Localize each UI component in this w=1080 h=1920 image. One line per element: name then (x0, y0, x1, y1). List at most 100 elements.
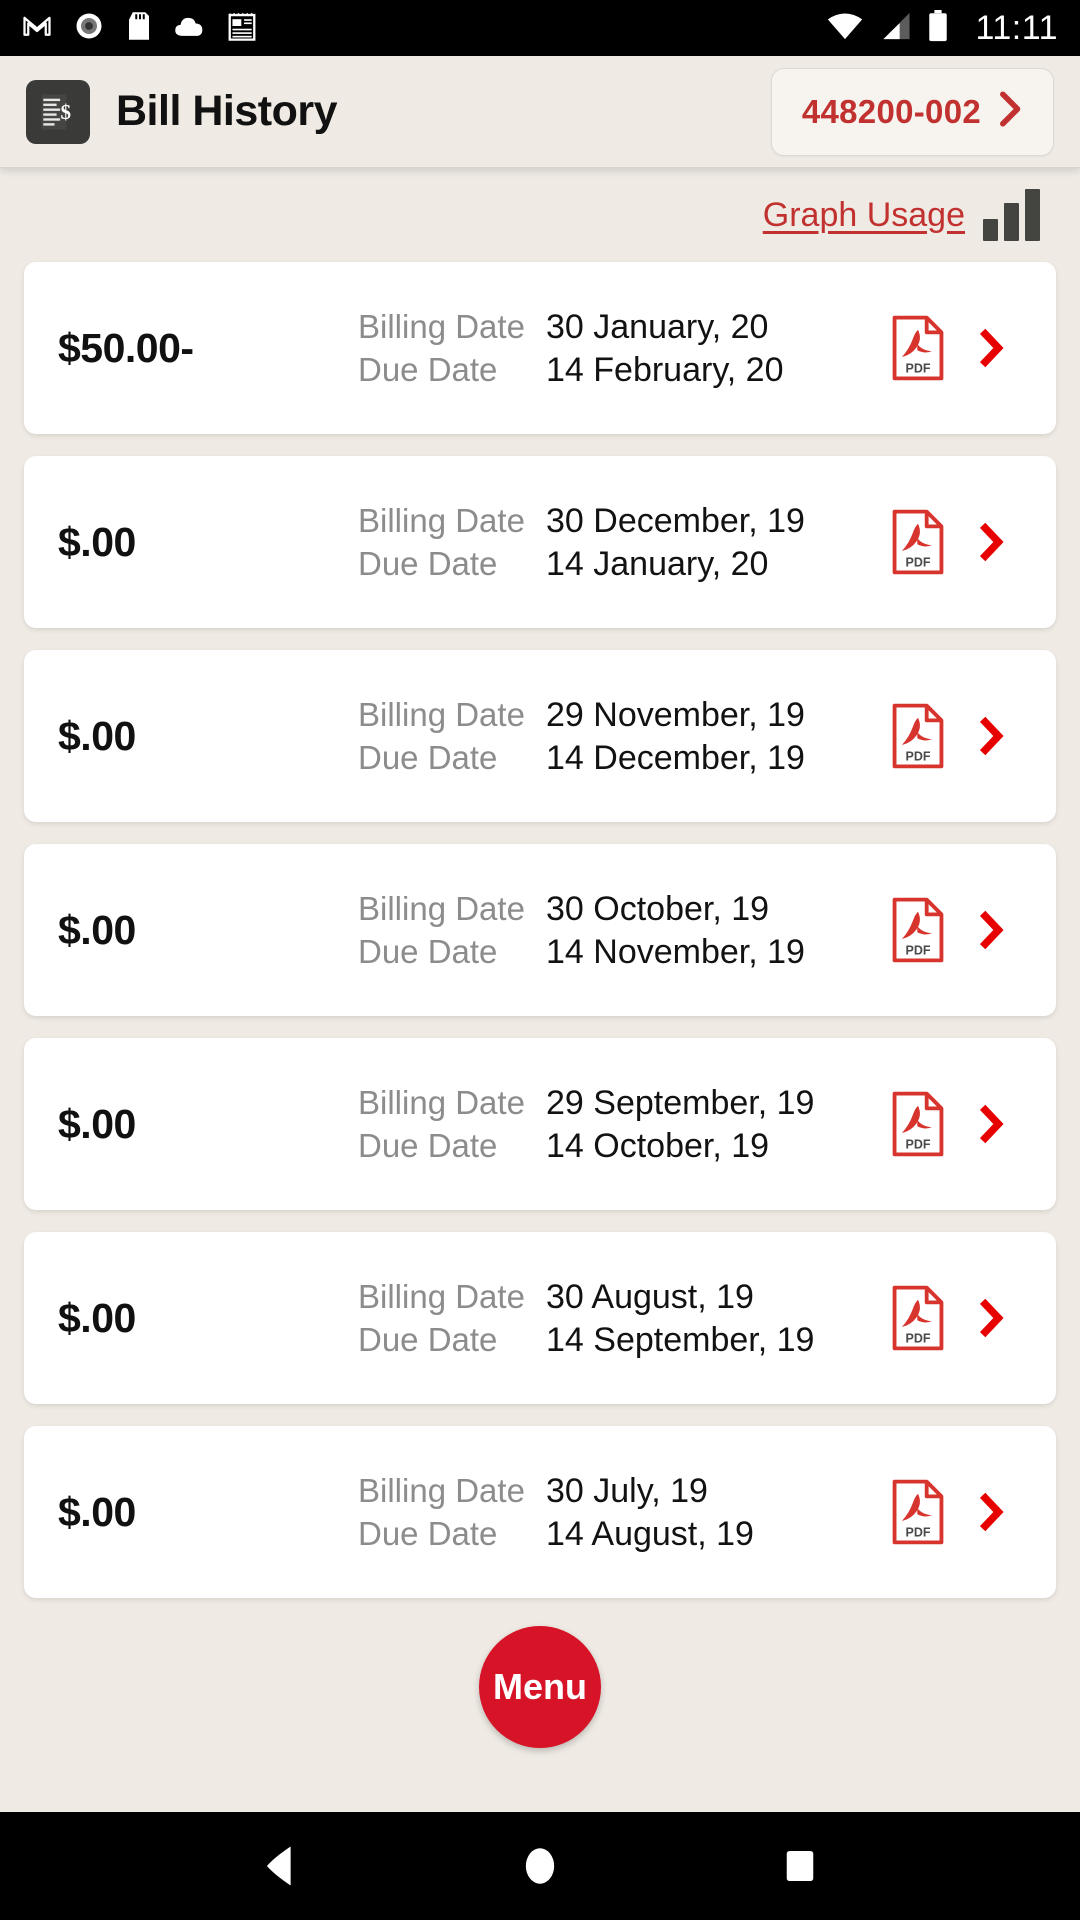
billing-date-line: Billing Date 29 November, 19 (358, 696, 882, 735)
bar-chart-icon[interactable] (983, 189, 1040, 241)
billing-date-label: Billing Date (358, 1084, 525, 1121)
bill-list: $50.00- Billing Date 30 January, 20 Due … (24, 262, 1056, 1598)
svg-text:PDF: PDF (906, 749, 931, 763)
row-chevron-icon[interactable] (954, 521, 1028, 563)
billing-date-line: Billing Date 30 December, 19 (358, 502, 882, 541)
due-date-line: Due Date 14 November, 19 (358, 933, 882, 972)
billing-date-value: 30 January, 20 (546, 308, 769, 346)
svg-text:PDF: PDF (906, 555, 931, 569)
due-date-line: Due Date 14 September, 19 (358, 1321, 882, 1360)
table-row[interactable]: $.00 Billing Date 29 September, 19 Due D… (24, 1038, 1056, 1210)
bill-amount: $.00 (58, 1294, 136, 1341)
billing-date-value: 30 August, 19 (546, 1278, 754, 1316)
billing-date-value: 30 July, 19 (546, 1472, 708, 1510)
phone-screen: 11:11 $ Bill History 448200-002 Graph Us… (0, 0, 1080, 1920)
chevron-right-icon (999, 91, 1023, 132)
status-bar-clock: 11:11 (975, 8, 1058, 47)
billing-date-value: 29 September, 19 (546, 1084, 815, 1122)
status-bar-left-icons (22, 11, 256, 46)
due-date-value: 14 February, 20 (546, 351, 784, 389)
billing-date-label: Billing Date (358, 890, 525, 927)
due-date-line: Due Date 14 August, 19 (358, 1515, 882, 1554)
pdf-download-button[interactable]: PDF (882, 1091, 954, 1157)
table-row[interactable]: $50.00- Billing Date 30 January, 20 Due … (24, 262, 1056, 434)
page-title: Bill History (116, 87, 338, 135)
bill-amount: $.00 (58, 1488, 136, 1535)
svg-text:$: $ (60, 100, 70, 124)
app-bar-title-group: $ Bill History (26, 79, 338, 144)
record-icon (74, 11, 104, 46)
row-chevron-icon[interactable] (954, 1297, 1028, 1339)
svg-text:PDF: PDF (906, 943, 931, 957)
due-date-label: Due Date (358, 1321, 498, 1358)
bill-amount: $.00 (58, 712, 136, 759)
android-nav-bar (0, 1812, 1080, 1920)
table-row[interactable]: $.00 Billing Date 30 August, 19 Due Date… (24, 1232, 1056, 1404)
svg-text:PDF: PDF (906, 1331, 931, 1345)
bill-amount: $.00 (58, 518, 136, 565)
billing-date-label: Billing Date (358, 502, 525, 539)
billing-date-line: Billing Date 30 January, 20 (358, 308, 882, 347)
graph-usage-link[interactable]: Graph Usage (763, 196, 965, 235)
billing-date-value: 30 December, 19 (546, 502, 805, 540)
svg-text:PDF: PDF (906, 1525, 931, 1539)
status-bar-right-icons: 11:11 (827, 9, 1058, 48)
billing-date-line: Billing Date 29 September, 19 (358, 1084, 882, 1123)
bill-amount: $.00 (58, 906, 136, 953)
cloud-icon (174, 11, 206, 46)
account-selector-button[interactable]: 448200-002 (770, 67, 1054, 156)
table-row[interactable]: $.00 Billing Date 30 December, 19 Due Da… (24, 456, 1056, 628)
due-date-label: Due Date (358, 933, 498, 970)
due-date-label: Due Date (358, 351, 498, 388)
pdf-download-button[interactable]: PDF (882, 897, 954, 963)
pdf-download-button[interactable]: PDF (882, 315, 954, 381)
due-date-line: Due Date 14 December, 19 (358, 739, 882, 778)
table-row[interactable]: $.00 Billing Date 30 July, 19 Due Date 1… (24, 1426, 1056, 1598)
billing-date-label: Billing Date (358, 308, 525, 345)
nav-recents-button[interactable] (740, 1812, 860, 1920)
menu-fab-button[interactable]: Menu (479, 1626, 601, 1748)
row-chevron-icon[interactable] (954, 715, 1028, 757)
row-chevron-icon[interactable] (954, 1491, 1028, 1533)
due-date-value: 14 December, 19 (546, 739, 805, 777)
due-date-line: Due Date 14 January, 20 (358, 545, 882, 584)
billing-date-line: Billing Date 30 August, 19 (358, 1278, 882, 1317)
bill-dates: Billing Date 30 January, 20 Due Date 14 … (358, 306, 882, 390)
due-date-label: Due Date (358, 1515, 498, 1552)
gmail-icon (22, 11, 52, 46)
wifi-icon (827, 11, 863, 46)
row-chevron-icon[interactable] (954, 1103, 1028, 1145)
pdf-download-button[interactable]: PDF (882, 1285, 954, 1351)
table-row[interactable]: $.00 Billing Date 30 October, 19 Due Dat… (24, 844, 1056, 1016)
due-date-value: 14 August, 19 (546, 1515, 754, 1553)
pdf-download-button[interactable]: PDF (882, 703, 954, 769)
fab-container: Menu (24, 1598, 1056, 1812)
row-chevron-icon[interactable] (954, 909, 1028, 951)
billing-date-value: 29 November, 19 (546, 696, 805, 734)
bill-history-content: Graph Usage $50.00- Billing Date 30 Janu… (0, 168, 1080, 1812)
table-row[interactable]: $.00 Billing Date 29 November, 19 Due Da… (24, 650, 1056, 822)
row-chevron-icon[interactable] (954, 327, 1028, 369)
cell-signal-icon (879, 11, 911, 46)
billing-date-line: Billing Date 30 October, 19 (358, 890, 882, 929)
bill-dates: Billing Date 30 December, 19 Due Date 14… (358, 500, 882, 584)
sd-card-icon (126, 11, 152, 46)
status-bar: 11:11 (0, 0, 1080, 56)
due-date-line: Due Date 14 February, 20 (358, 351, 882, 390)
svg-text:PDF: PDF (906, 1137, 931, 1151)
billing-date-label: Billing Date (358, 696, 525, 733)
bill-dates: Billing Date 30 October, 19 Due Date 14 … (358, 888, 882, 972)
bill-amount: $50.00- (58, 324, 194, 371)
bill-document-icon: $ (26, 79, 90, 144)
pdf-download-button[interactable]: PDF (882, 509, 954, 575)
pdf-download-button[interactable]: PDF (882, 1479, 954, 1545)
due-date-value: 14 January, 20 (546, 545, 769, 583)
app-bar: $ Bill History 448200-002 (0, 56, 1080, 168)
billing-date-line: Billing Date 30 July, 19 (358, 1472, 882, 1511)
graph-usage-row[interactable]: Graph Usage (24, 168, 1056, 262)
due-date-label: Due Date (358, 739, 498, 776)
due-date-label: Due Date (358, 545, 498, 582)
due-date-value: 14 November, 19 (546, 933, 805, 971)
nav-home-button[interactable] (480, 1812, 600, 1920)
nav-back-button[interactable] (220, 1812, 340, 1920)
